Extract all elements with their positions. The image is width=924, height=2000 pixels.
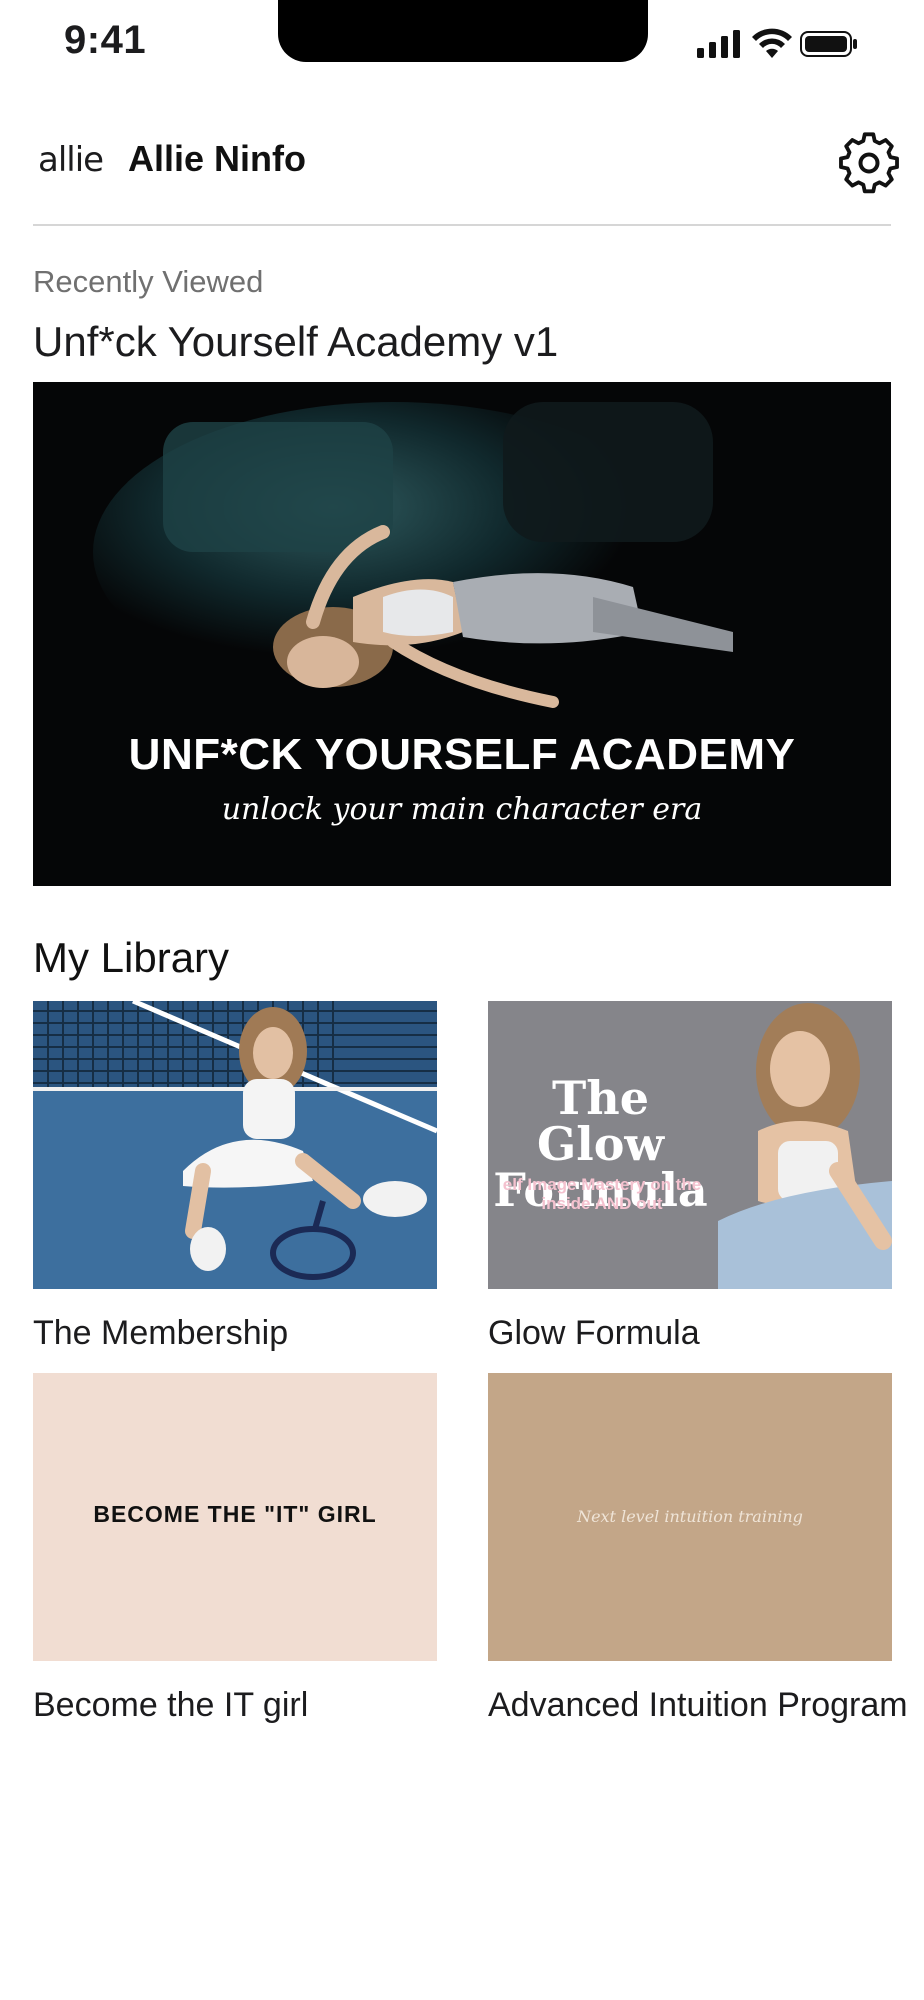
library-item-label[interactable]: The Membership bbox=[33, 1307, 453, 1359]
it-girl-thumb-text: BECOME THE "IT" GIRL bbox=[93, 1501, 377, 1527]
recently-viewed-hero-image[interactable]: UNF*CK YOURSELF ACADEMY unlock your main… bbox=[33, 382, 891, 886]
recently-viewed-title[interactable]: Unf*ck Yourself Academy v1 bbox=[33, 318, 558, 366]
glow-formula-thumb-subtitle: elf Image Mastery on the inside AND out bbox=[502, 1175, 702, 1213]
my-library-heading: My Library bbox=[33, 934, 230, 981]
recently-viewed-label: Recently Viewed bbox=[33, 264, 264, 299]
intuition-thumbnail: Next level intuition training bbox=[488, 1373, 892, 1661]
settings-gear-icon[interactable] bbox=[838, 132, 900, 194]
library-item-label[interactable]: Advanced Intuition Program bbox=[488, 1679, 908, 1731]
hero-subtitle: unlock your main character era bbox=[221, 792, 703, 827]
battery-icon bbox=[800, 31, 857, 57]
glow-formula-photo bbox=[718, 1003, 892, 1289]
cellular-signal-icon bbox=[697, 30, 740, 58]
brand-logo: allie bbox=[38, 140, 104, 180]
header-divider bbox=[33, 224, 891, 226]
it-girl-thumbnail: BECOME THE "IT" GIRL bbox=[33, 1373, 437, 1661]
user-name: Allie Ninfo bbox=[128, 138, 306, 179]
wifi-icon bbox=[752, 28, 792, 58]
library-item-label[interactable]: Become the IT girl bbox=[33, 1679, 453, 1731]
status-time: 9:41 bbox=[64, 18, 147, 62]
camera-notch bbox=[278, 0, 648, 62]
membership-thumbnail bbox=[33, 1001, 437, 1289]
hero-title: UNF*CK YOURSELF ACADEMY bbox=[128, 730, 796, 779]
intuition-thumb-text: Next level intuition training bbox=[577, 1507, 803, 1526]
glow-formula-thumbnail: The Glow Formula elf Image Mastery on th… bbox=[488, 1001, 892, 1289]
library-item-label[interactable]: Glow Formula bbox=[488, 1307, 908, 1359]
